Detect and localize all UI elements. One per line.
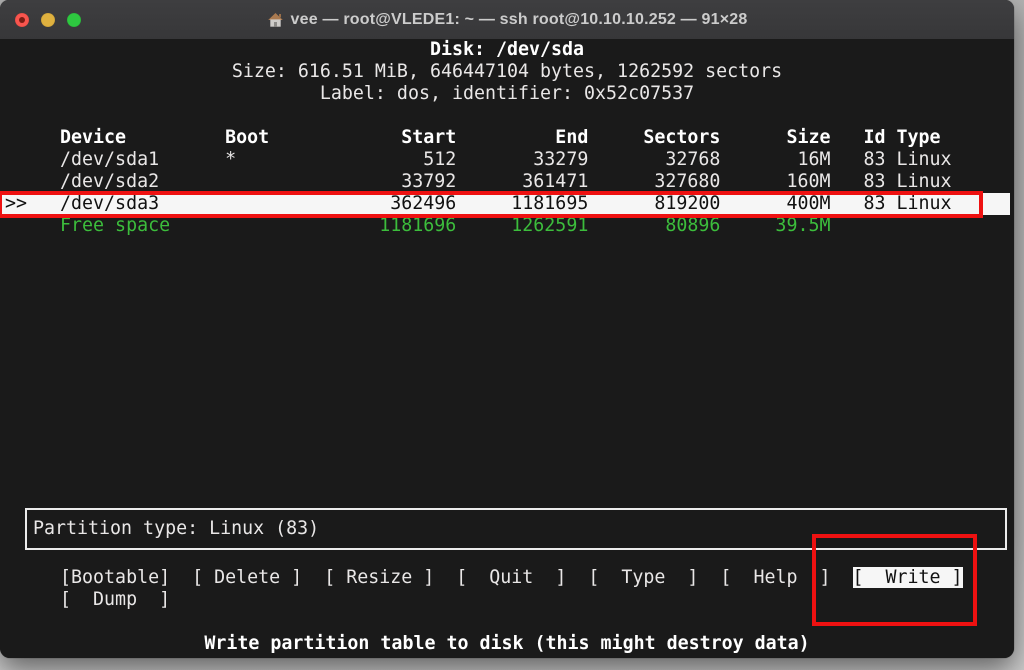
menu-row-1: [Bootable] [ Delete ] [ Resize ] [ Quit … xyxy=(0,567,1014,589)
traffic-lights xyxy=(0,12,81,27)
disk-size-line: Size: 616.51 MiB, 646447104 bytes, 12625… xyxy=(231,61,783,82)
partition-type-box: Partition type: Linux (83) xyxy=(25,508,1007,550)
home-folder-icon xyxy=(267,12,284,28)
partition-row-free-space[interactable]: Free space 1181696 1262591 80896 39.5M xyxy=(0,215,1014,237)
disk-title: Disk: /dev/sda xyxy=(429,39,585,60)
menu-item-type[interactable]: [ Type ] xyxy=(588,567,698,588)
terminal-window: vee — root@VLEDE1: ~ — ssh root@10.10.10… xyxy=(0,0,1014,658)
terminal-screen: Disk: /dev/sda Size: 616.51 MiB, 6464471… xyxy=(0,39,1014,658)
titlebar: vee — root@VLEDE1: ~ — ssh root@10.10.10… xyxy=(0,0,1014,40)
status-line: Write partition table to disk (this migh… xyxy=(204,633,810,654)
zoom-button[interactable] xyxy=(67,12,81,27)
desktop: { "window": { "title": "vee — root@VLEDE… xyxy=(0,0,1024,670)
partition-row-sda1[interactable]: /dev/sda1 * 512 33279 32768 16M 83 Linux xyxy=(0,149,1014,171)
disk-label-line: Label: dos, identifier: 0x52c07537 xyxy=(319,83,695,104)
partition-type-label: Partition type: Linux (83) xyxy=(33,518,320,539)
menu-item-quit[interactable]: [ Quit ] xyxy=(456,567,566,588)
menu-item-delete[interactable]: [ Delete ] xyxy=(192,567,302,588)
window-title: vee — root@VLEDE1: ~ — ssh root@10.10.10… xyxy=(290,10,748,28)
menu-item-bootable[interactable]: [Bootable] xyxy=(60,567,170,588)
partition-row-sda2[interactable]: /dev/sda2 33792 361471 327680 160M 83 Li… xyxy=(0,171,1014,193)
menu-item-write[interactable]: [ Write ] xyxy=(852,567,963,588)
minimize-button[interactable] xyxy=(41,12,55,27)
close-button[interactable] xyxy=(15,12,29,27)
menu-row-2: [ Dump ] xyxy=(0,589,1014,611)
menu-item-dump[interactable]: [ Dump ] xyxy=(60,589,170,610)
table-header-row: Device Boot Start End Sectors Size Id Ty… xyxy=(5,127,1007,148)
partition-row-sda3-selected[interactable]: >> /dev/sda3 362496 1181695 819200 400M … xyxy=(0,193,1010,215)
menu-item-help[interactable]: [ Help ] xyxy=(720,567,830,588)
menu-item-resize[interactable]: [ Resize ] xyxy=(324,567,434,588)
